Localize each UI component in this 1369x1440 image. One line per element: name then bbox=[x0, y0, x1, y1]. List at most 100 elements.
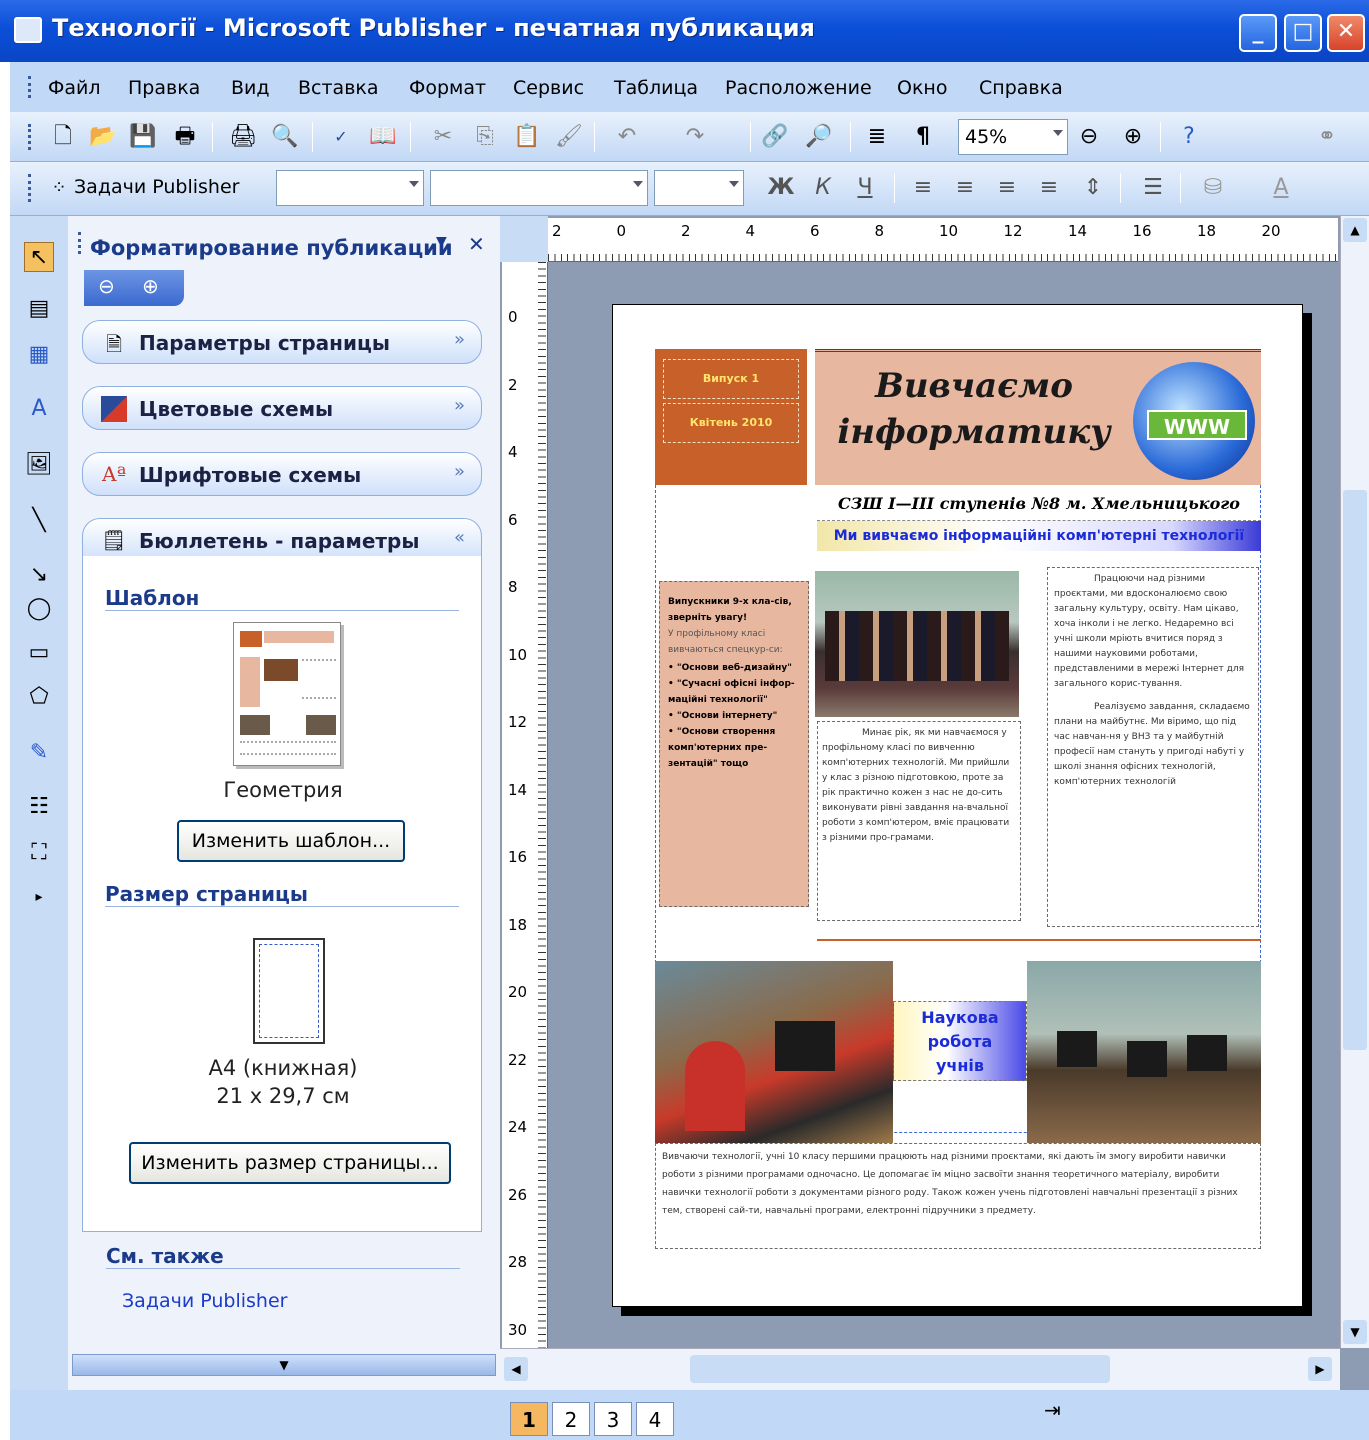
classroom-photo-right[interactable] bbox=[1027, 961, 1261, 1143]
spelling-icon[interactable]: ✓ bbox=[326, 122, 356, 152]
save-icon[interactable]: 💾 bbox=[128, 122, 158, 152]
link-icon[interactable]: ⚭ bbox=[1312, 122, 1342, 152]
page-size-thumbnail[interactable] bbox=[253, 938, 325, 1044]
text-box-icon[interactable]: ▤ bbox=[24, 294, 54, 324]
format-painter-icon[interactable]: 🖌 bbox=[554, 122, 584, 152]
change-page-size-button[interactable]: Изменить размер страницы... bbox=[129, 1142, 451, 1184]
cut-icon[interactable]: ✂ bbox=[428, 122, 458, 152]
menu-grip[interactable] bbox=[28, 76, 32, 98]
close-icon[interactable]: ✕ bbox=[468, 232, 485, 256]
print-icon[interactable]: 🖨 bbox=[228, 122, 258, 152]
forward-icon[interactable]: ⊕ bbox=[142, 274, 159, 298]
page-tab-4[interactable]: 4 bbox=[636, 1402, 674, 1436]
preview-icon[interactable]: 🔍 bbox=[270, 122, 300, 152]
close-button[interactable]: ✕ bbox=[1327, 14, 1365, 52]
bold-button[interactable]: Ж bbox=[766, 173, 796, 203]
fill-color-icon[interactable]: ⛁ bbox=[1198, 173, 1228, 203]
masthead-title-block[interactable]: Вивчаємо інформатику WWW bbox=[815, 349, 1261, 485]
zoom-out-icon[interactable]: ⊖ bbox=[1074, 122, 1104, 152]
horizontal-scrollbar[interactable]: ◀ ▶ bbox=[500, 1348, 1340, 1390]
style-select[interactable] bbox=[276, 170, 424, 206]
article-bottom[interactable]: Вивчаючи технології, учні 10 класу перши… bbox=[655, 1143, 1261, 1249]
justify-icon[interactable]: ≡ bbox=[1034, 173, 1064, 203]
ruler-corner[interactable] bbox=[500, 216, 548, 262]
arrow-icon[interactable]: ↘ bbox=[24, 560, 54, 590]
page-tab-1[interactable]: 1 bbox=[510, 1402, 548, 1436]
rectangle-icon[interactable]: ▭ bbox=[24, 638, 54, 668]
section-font-schemes[interactable]: Aª Шрифтовые схемы » bbox=[82, 452, 482, 496]
zoom-select[interactable]: 45% bbox=[958, 119, 1068, 155]
template-thumbnail[interactable] bbox=[233, 622, 341, 766]
more-buttons-icon[interactable]: ▸ bbox=[24, 882, 54, 912]
section-page-options[interactable]: 🗎 Параметры страницы » bbox=[82, 320, 482, 364]
line-icon[interactable]: ╲ bbox=[24, 506, 54, 536]
find-icon[interactable]: 🔎 bbox=[804, 122, 834, 152]
scroll-up-icon[interactable]: ▲ bbox=[1343, 218, 1367, 242]
redo-icon[interactable]: ↷ bbox=[680, 122, 710, 152]
copy-icon[interactable]: ⎘ bbox=[470, 122, 500, 152]
bullets-icon[interactable]: ☰ bbox=[1138, 173, 1168, 203]
tasks-button[interactable]: Задачи Publisher bbox=[74, 176, 239, 198]
table-icon[interactable]: ▦ bbox=[24, 340, 54, 370]
vertical-ruler[interactable]: 0 2 4 6 8 10 12 14 16 18 20 22 24 26 28 30 bbox=[502, 262, 548, 1348]
vertical-scrollbar[interactable]: ▲ ▼ bbox=[1340, 216, 1369, 1348]
menu-table[interactable]: Таблица bbox=[614, 77, 698, 99]
article-right-column[interactable]: Працюючи над різними проєктами, ми вдоск… bbox=[1047, 567, 1259, 927]
taskpane-scroll-down[interactable]: ▼ bbox=[72, 1354, 496, 1376]
help-icon[interactable]: ? bbox=[1174, 122, 1204, 152]
italic-button[interactable]: К bbox=[808, 173, 838, 203]
menu-arrange[interactable]: Расположение bbox=[725, 77, 872, 99]
menu-edit[interactable]: Правка bbox=[128, 77, 200, 99]
scroll-left-icon[interactable]: ◀ bbox=[504, 1357, 528, 1381]
maximize-button[interactable]: □ bbox=[1284, 14, 1322, 52]
zoom-in-icon[interactable]: ⊕ bbox=[1118, 122, 1148, 152]
taskpane-menu-icon[interactable]: ▼ bbox=[436, 234, 447, 250]
sidebar-box[interactable]: Випускники 9-х кла-сів, зверніть увагу! … bbox=[659, 581, 809, 907]
scroll-down-icon[interactable]: ▼ bbox=[1343, 1320, 1367, 1344]
section-color-schemes[interactable]: Цветовые схемы » bbox=[82, 386, 482, 430]
menu-format[interactable]: Формат bbox=[409, 77, 486, 99]
new-icon[interactable]: 🗋 bbox=[48, 122, 78, 152]
align-right-icon[interactable]: ≡ bbox=[992, 173, 1022, 203]
taskpane-grip[interactable] bbox=[78, 232, 82, 254]
menu-tools[interactable]: Сервис bbox=[513, 77, 584, 99]
design-gallery-icon[interactable]: ⛶ bbox=[24, 838, 54, 868]
menu-view[interactable]: Вид bbox=[231, 77, 270, 99]
open-icon[interactable]: 📂 bbox=[88, 122, 118, 152]
menu-help[interactable]: Справка bbox=[979, 77, 1063, 99]
font-size-select[interactable] bbox=[654, 170, 744, 206]
underline-button[interactable]: Ч bbox=[850, 173, 880, 203]
toolbar-grip[interactable] bbox=[28, 124, 32, 150]
columns-icon[interactable]: ≣ bbox=[862, 122, 892, 152]
toolbar-grip[interactable] bbox=[28, 174, 32, 202]
vertical-scroll-thumb[interactable] bbox=[1343, 490, 1367, 1050]
scroll-right-icon[interactable]: ▶ bbox=[1308, 1357, 1332, 1381]
www-globe-image[interactable]: WWW bbox=[1133, 362, 1255, 480]
menu-window[interactable]: Окно bbox=[897, 77, 947, 99]
classroom-photo-left[interactable] bbox=[655, 961, 893, 1143]
article-middle-column[interactable]: Минає рік, як ми навчаємося у профільном… bbox=[817, 721, 1021, 921]
publisher-app-icon[interactable] bbox=[14, 17, 42, 43]
back-icon[interactable]: ⊖ bbox=[98, 274, 115, 298]
change-template-button[interactable]: Изменить шаблон... bbox=[177, 820, 405, 862]
school-name[interactable]: СЗШ I—III ступенів №8 м. Хмельницького bbox=[817, 491, 1261, 521]
align-center-icon[interactable]: ≡ bbox=[950, 173, 980, 203]
paste-icon[interactable]: 📋 bbox=[512, 122, 542, 152]
publication-page[interactable]: Випуск 1 Квітень 2010 Вивчаємо інформати… bbox=[612, 304, 1303, 1307]
align-left-icon[interactable]: ≡ bbox=[908, 173, 938, 203]
tagline[interactable]: Ми вивчаємо інформаційні комп'ютерні тех… bbox=[817, 521, 1261, 551]
select-pointer-icon[interactable]: ↖ bbox=[24, 242, 54, 272]
wordart-icon[interactable]: A bbox=[24, 394, 54, 424]
line-spacing-icon[interactable]: ⇕ bbox=[1078, 173, 1108, 203]
horizontal-scroll-thumb[interactable] bbox=[690, 1355, 1110, 1383]
page-tab-3[interactable]: 3 bbox=[594, 1402, 632, 1436]
publisher-tasks-link[interactable]: Задачи Publisher bbox=[122, 1290, 287, 1312]
menu-file[interactable]: Файл bbox=[48, 77, 101, 99]
font-color-icon[interactable]: A bbox=[1266, 173, 1296, 203]
research-icon[interactable]: 📖 bbox=[368, 122, 398, 152]
picture-icon[interactable]: 🖼 bbox=[24, 450, 54, 480]
horizontal-ruler[interactable]: 2 0 2 4 6 8 10 12 14 16 18 20 bbox=[548, 218, 1338, 262]
research-label[interactable]: Наукова робота учнів bbox=[893, 1001, 1027, 1081]
undo-icon[interactable]: ↶ bbox=[612, 122, 642, 152]
minimize-button[interactable]: _ bbox=[1239, 14, 1277, 52]
